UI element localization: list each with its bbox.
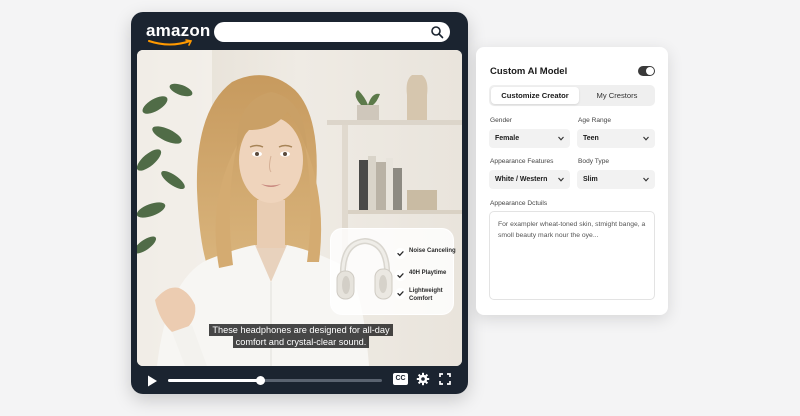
age-range-value: Teen [583,135,599,142]
chevron-down-icon [643,136,649,141]
tab-my-creators[interactable]: My Crestors [581,87,653,104]
product-card[interactable]: Noise Canceling 40H Playtime Lightweight… [330,228,457,315]
feature-item-noise-canceling: Noise Canceling [395,247,457,259]
custom-ai-model-panel: Custom AI Model Customize Creator My Cre… [476,47,668,315]
amazon-smile-icon [148,39,193,46]
tab-customize-creator[interactable]: Customize Creator [491,87,579,104]
appearance-details-textarea[interactable]: For exampler wheat-toned skin, stmight b… [489,211,655,300]
appearance-features-select[interactable]: White / Western [489,170,570,189]
search-input[interactable] [224,24,424,40]
chevron-down-icon [558,136,564,141]
appearance-details-label: Appearance Dctuils [490,200,548,207]
age-range-select[interactable]: Teen [577,129,655,148]
appearance-features-label: Appearance Features [490,158,554,165]
feature-label: 40H Playtime [409,270,447,276]
feature-label: Lightweight Comfort [409,288,443,302]
check-circle-icon [395,288,406,299]
video-frame[interactable]: Noise Canceling 40H Playtime Lightweight… [137,50,462,366]
feature-item-lightweight: Lightweight Comfort [395,287,457,303]
amazon-logo[interactable]: amazon [146,21,211,41]
play-icon[interactable] [145,374,159,388]
gear-icon[interactable] [416,372,430,386]
custom-model-toggle[interactable] [638,66,655,76]
search-icon[interactable] [430,25,444,39]
feature-item-playtime: 40H Playtime [395,269,457,281]
player-header: amazon [131,12,468,52]
player-controls: CC [131,370,468,394]
caption-text: These headphones are designed for all-da… [209,324,393,348]
closed-captions-button[interactable]: CC [393,373,408,385]
check-circle-icon [395,248,406,259]
search-bar[interactable] [214,22,450,42]
check-circle-icon [395,270,406,281]
chevron-down-icon [558,177,564,182]
feature-label: Noise Canceling [409,248,456,254]
video-player: amazon Noise Canceling 40H Playtime Ligh… [131,12,468,394]
body-type-label: Body Type [578,158,610,165]
panel-title: Custom AI Model [490,66,568,77]
headphones-image [336,237,393,300]
gender-label: Gender [490,117,512,124]
body-type-value: Slim [583,176,598,183]
progress-bar[interactable] [168,376,382,385]
chevron-down-icon [643,177,649,182]
video-caption: These headphones are designed for all-da… [203,324,399,348]
gender-value: Female [495,135,520,142]
age-range-label: Age Range [578,117,611,124]
progress-handle[interactable] [256,376,266,385]
fullscreen-icon[interactable] [438,372,452,386]
appearance-features-value: White / Western [495,176,548,183]
presenter-video-image [137,50,462,366]
panel-tabs: Customize Creator My Crestors [489,85,655,106]
body-type-select[interactable]: Slim [577,170,655,189]
gender-select[interactable]: Female [489,129,570,148]
progress-fill [168,379,261,382]
